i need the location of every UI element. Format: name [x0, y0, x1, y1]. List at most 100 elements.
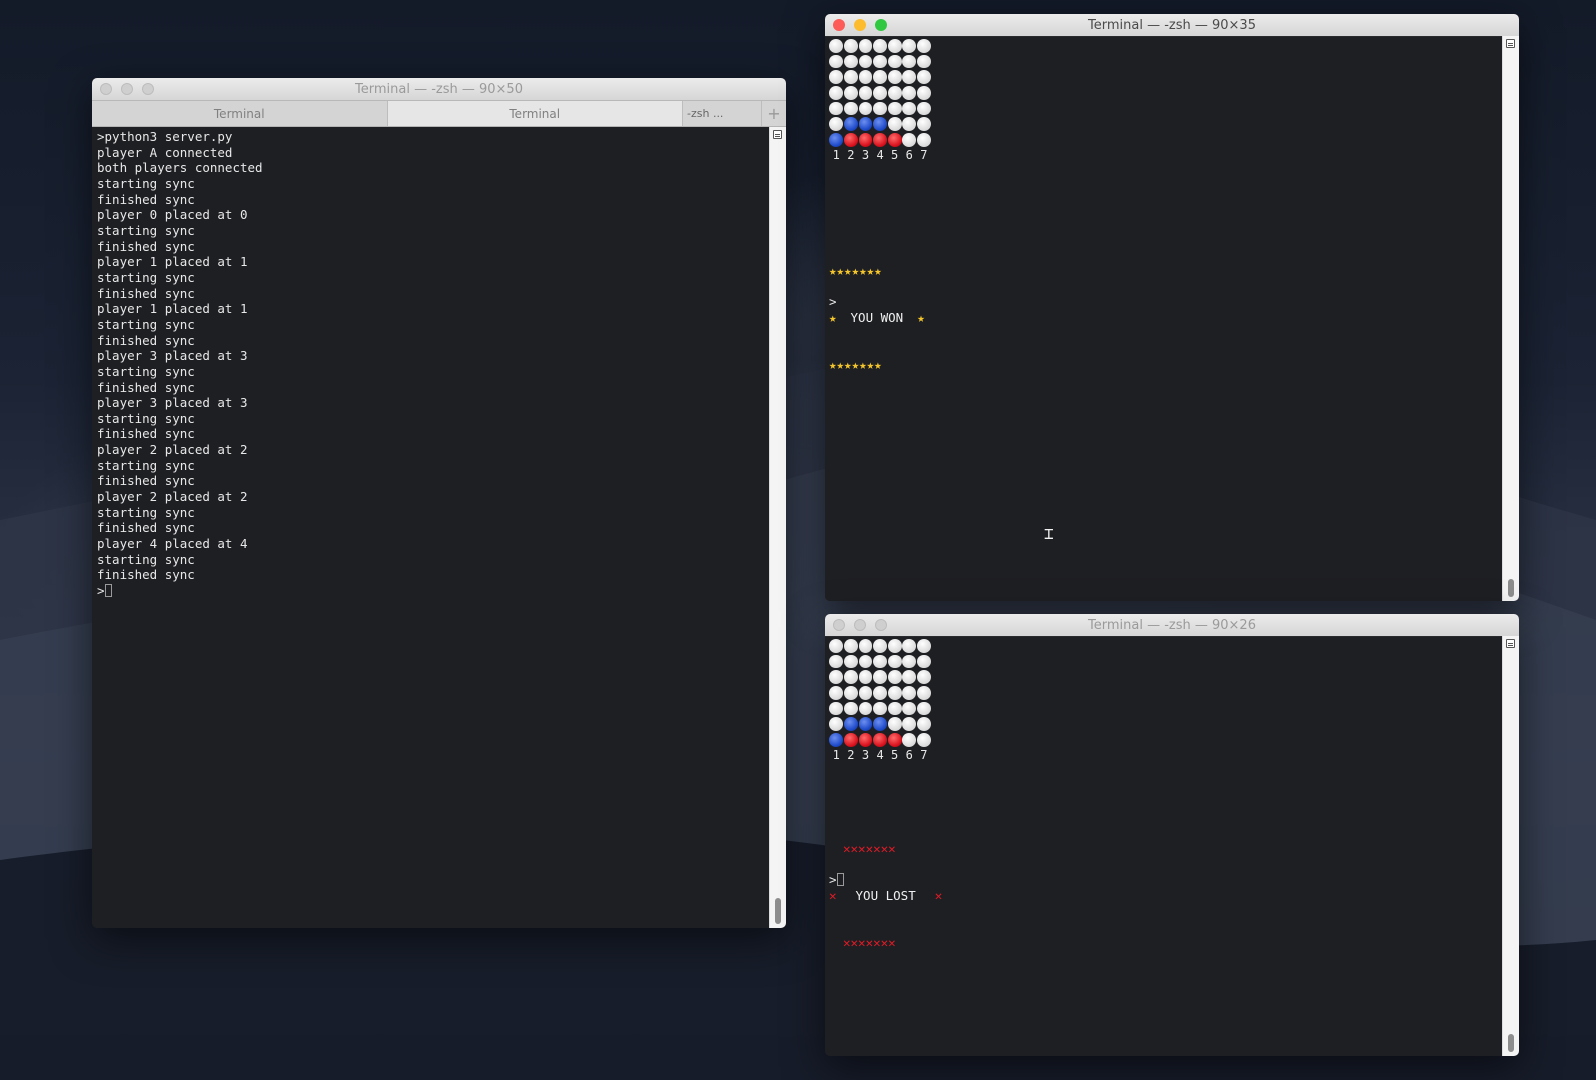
empty-disc	[843, 670, 858, 685]
output-line: finished sync	[97, 520, 195, 536]
minimize-icon[interactable]	[121, 83, 133, 95]
blue-disc	[843, 117, 858, 132]
maximize-icon[interactable]	[875, 619, 887, 631]
empty-disc	[887, 70, 902, 85]
board-cell	[902, 638, 917, 654]
star-icon: ★	[829, 310, 837, 326]
empty-disc	[887, 38, 902, 53]
column-label: 5	[891, 147, 899, 162]
red-disc	[873, 733, 887, 747]
server-window-titlebar[interactable]: Terminal — -zsh — 90×50	[92, 78, 786, 101]
empty-disc	[829, 86, 844, 100]
blue-disc	[873, 117, 887, 132]
output-line: finished sync	[97, 332, 195, 348]
board-row	[829, 54, 931, 70]
scrollbar-thumb[interactable]	[1508, 1034, 1514, 1052]
tab-zsh[interactable]: -zsh ...	[683, 101, 762, 126]
board-cell	[858, 732, 873, 748]
board-cell	[858, 85, 873, 101]
empty-disc	[858, 686, 873, 700]
minimize-icon[interactable]	[854, 19, 866, 31]
board-cell	[916, 116, 932, 132]
new-tab-icon[interactable]: +	[762, 101, 786, 126]
scroll-menu-icon[interactable]	[1506, 39, 1515, 48]
empty-disc	[829, 686, 844, 700]
player-one-window-titlebar[interactable]: Terminal — -zsh — 90×35	[825, 14, 1519, 37]
player-two-window-titlebar[interactable]: Terminal — -zsh — 90×26	[825, 614, 1519, 637]
prompt-line[interactable]: >	[829, 872, 844, 888]
empty-disc	[902, 717, 917, 732]
empty-disc	[887, 86, 902, 100]
empty-disc	[916, 670, 931, 685]
empty-disc	[873, 670, 887, 685]
board-row	[829, 638, 931, 654]
board-cell	[843, 116, 859, 132]
player-two-scrollbar[interactable]	[1502, 636, 1519, 1056]
player-one-scrollbar[interactable]	[1502, 36, 1519, 601]
empty-disc	[843, 54, 858, 69]
tab-terminal-2[interactable]: Terminal	[387, 101, 683, 126]
board-cell	[873, 85, 888, 101]
red-disc	[858, 133, 873, 147]
empty-disc	[873, 86, 887, 100]
player-two-window-title: Terminal — -zsh — 90×26	[1088, 617, 1256, 633]
lose-banner: ✕✕✕✕✕✕✕ ✕ YOU LOST ✕ ✕✕✕✕✕✕✕	[829, 810, 942, 982]
output-line: starting sync	[97, 269, 195, 285]
board-row	[829, 654, 931, 670]
scroll-menu-icon[interactable]	[1506, 639, 1515, 648]
prompt-line[interactable]: >	[829, 294, 837, 310]
empty-disc	[873, 54, 887, 69]
blue-disc	[829, 133, 844, 147]
player-one-terminal-window[interactable]: Terminal — -zsh — 90×35 1234567 ★★★★★★★ …	[825, 14, 1519, 601]
cross-icon: ✕	[934, 888, 943, 904]
board-cell	[887, 638, 902, 654]
output-line: player 2 placed at 2	[97, 442, 248, 458]
scroll-menu-icon[interactable]	[773, 130, 782, 139]
output-line: player 2 placed at 2	[97, 489, 248, 505]
empty-disc	[873, 686, 887, 700]
board-cell	[843, 654, 859, 670]
board-cell	[902, 132, 917, 148]
maximize-icon[interactable]	[875, 19, 887, 31]
minimize-icon[interactable]	[854, 619, 866, 631]
close-icon[interactable]	[833, 19, 845, 31]
player-two-terminal-window[interactable]: Terminal — -zsh — 90×26 1234567 ✕✕✕✕✕✕✕ …	[825, 614, 1519, 1056]
empty-disc	[902, 86, 917, 100]
cross-row-bottom: ✕✕✕✕✕✕✕	[829, 935, 942, 951]
column-numbers: 1234567	[829, 148, 931, 164]
board-row	[829, 85, 931, 101]
prompt-line[interactable]: >	[97, 583, 765, 599]
server-terminal-window[interactable]: Terminal — -zsh — 90×50 Terminal Termina…	[92, 78, 786, 928]
board-cell	[858, 132, 873, 148]
empty-disc	[843, 701, 858, 716]
board-cell	[843, 669, 859, 685]
board-cell	[873, 638, 888, 654]
board-cell	[843, 54, 859, 70]
board-cell	[873, 54, 888, 70]
board-cell	[858, 38, 873, 54]
scrollbar-thumb[interactable]	[1508, 579, 1514, 597]
board-cell	[843, 85, 859, 101]
empty-disc	[902, 54, 917, 69]
player-one-terminal-output[interactable]: 1234567 ★★★★★★★ ★ YOU WON ★ ★★★★★★★ >	[825, 36, 1503, 601]
board-cell	[843, 132, 859, 148]
empty-disc	[902, 117, 917, 132]
server-scrollbar[interactable]	[769, 127, 786, 928]
close-icon[interactable]	[100, 83, 112, 95]
board-cell	[916, 669, 932, 685]
empty-disc	[829, 701, 844, 716]
board-cell	[902, 85, 917, 101]
maximize-icon[interactable]	[142, 83, 154, 95]
red-disc	[873, 133, 887, 147]
star-row-icons: ★★★★★★★	[829, 357, 882, 373]
player-two-terminal-output[interactable]: 1234567 ✕✕✕✕✕✕✕ ✕ YOU LOST ✕ ✕✕✕✕✕✕✕ >	[825, 636, 1503, 1056]
column-label: 7	[920, 747, 928, 762]
column-label: 3	[861, 747, 870, 762]
close-icon[interactable]	[833, 619, 845, 631]
server-terminal-output[interactable]: >python3 server.py player A connected both…	[92, 127, 770, 928]
board-cell	[916, 69, 932, 85]
tab-terminal-1[interactable]: Terminal	[92, 101, 388, 126]
scrollbar-thumb[interactable]	[775, 898, 781, 924]
output-line: player A connected	[97, 144, 233, 160]
player-one-window-title: Terminal — -zsh — 90×35	[1088, 17, 1256, 33]
